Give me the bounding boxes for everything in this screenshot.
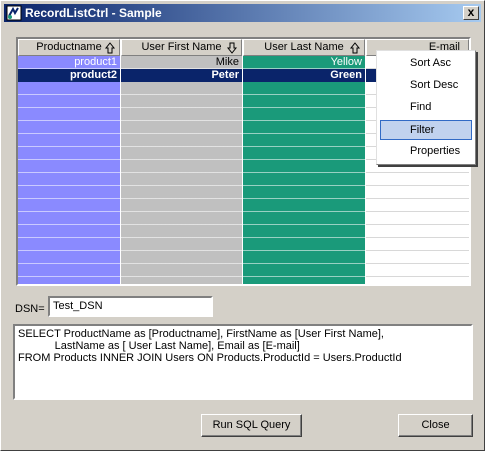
- column-header-productname[interactable]: Productname: [18, 39, 120, 56]
- menu-item-filter[interactable]: Filter: [380, 120, 472, 140]
- sort-up-icon: [104, 42, 116, 54]
- sql-line: SELECT ProductName as [Productname], Fir…: [18, 328, 384, 340]
- table-cell-selected[interactable]: Green: [243, 69, 365, 82]
- table-cell[interactable]: product1: [18, 56, 120, 69]
- column-first-name: User First Name Mike Peter: [121, 39, 242, 284]
- column-header-first-name[interactable]: User First Name: [121, 39, 242, 56]
- close-icon[interactable]: x: [463, 6, 479, 20]
- table-cell-selected[interactable]: product2: [18, 69, 120, 82]
- run-sql-query-button[interactable]: Run SQL Query: [201, 414, 302, 437]
- table-cell[interactable]: Yellow: [243, 56, 365, 69]
- sql-line: FROM Products INNER JOIN Users ON Produc…: [18, 352, 402, 364]
- title-bar[interactable]: RecordListCtrl - Sample x: [4, 4, 481, 22]
- column-header-label: User Last Name: [264, 41, 344, 53]
- dsn-input[interactable]: Test_DSN: [48, 296, 213, 317]
- table-cell[interactable]: Mike: [121, 56, 242, 69]
- column-header-last-name[interactable]: User Last Name: [243, 39, 365, 56]
- column-header-label: Productname: [36, 41, 102, 53]
- column-cells: Mike Peter: [121, 56, 242, 284]
- context-menu: Sort Asc Sort Desc Find Filter Propertie…: [376, 50, 476, 165]
- window-title: RecordListCtrl - Sample: [25, 6, 162, 20]
- menu-item-find[interactable]: Find: [380, 98, 472, 118]
- menu-item-sort-asc[interactable]: Sort Asc: [380, 54, 472, 74]
- column-cells: Yellow Green: [243, 56, 365, 284]
- main-window: RecordListCtrl - Sample x Productname pr…: [0, 0, 485, 451]
- sort-up-icon: [349, 42, 361, 54]
- column-productname: Productname product1 product2: [18, 39, 120, 284]
- column-last-name: User Last Name Yellow Green: [243, 39, 365, 284]
- sort-down-icon: [226, 42, 238, 54]
- sql-line: LastName as [ User Last Name], Email as …: [18, 340, 300, 352]
- column-cells: product1 product2: [18, 56, 120, 284]
- menu-item-properties[interactable]: Properties: [380, 142, 472, 162]
- menu-item-sort-desc[interactable]: Sort Desc: [380, 76, 472, 96]
- dsn-label: DSN=: [15, 303, 45, 315]
- close-button[interactable]: Close: [398, 414, 473, 437]
- app-icon: [6, 5, 22, 21]
- sql-query-textarea[interactable]: SELECT ProductName as [Productname], Fir…: [13, 324, 473, 400]
- table-cell-selected[interactable]: Peter: [121, 69, 242, 82]
- column-header-label: User First Name: [141, 41, 222, 53]
